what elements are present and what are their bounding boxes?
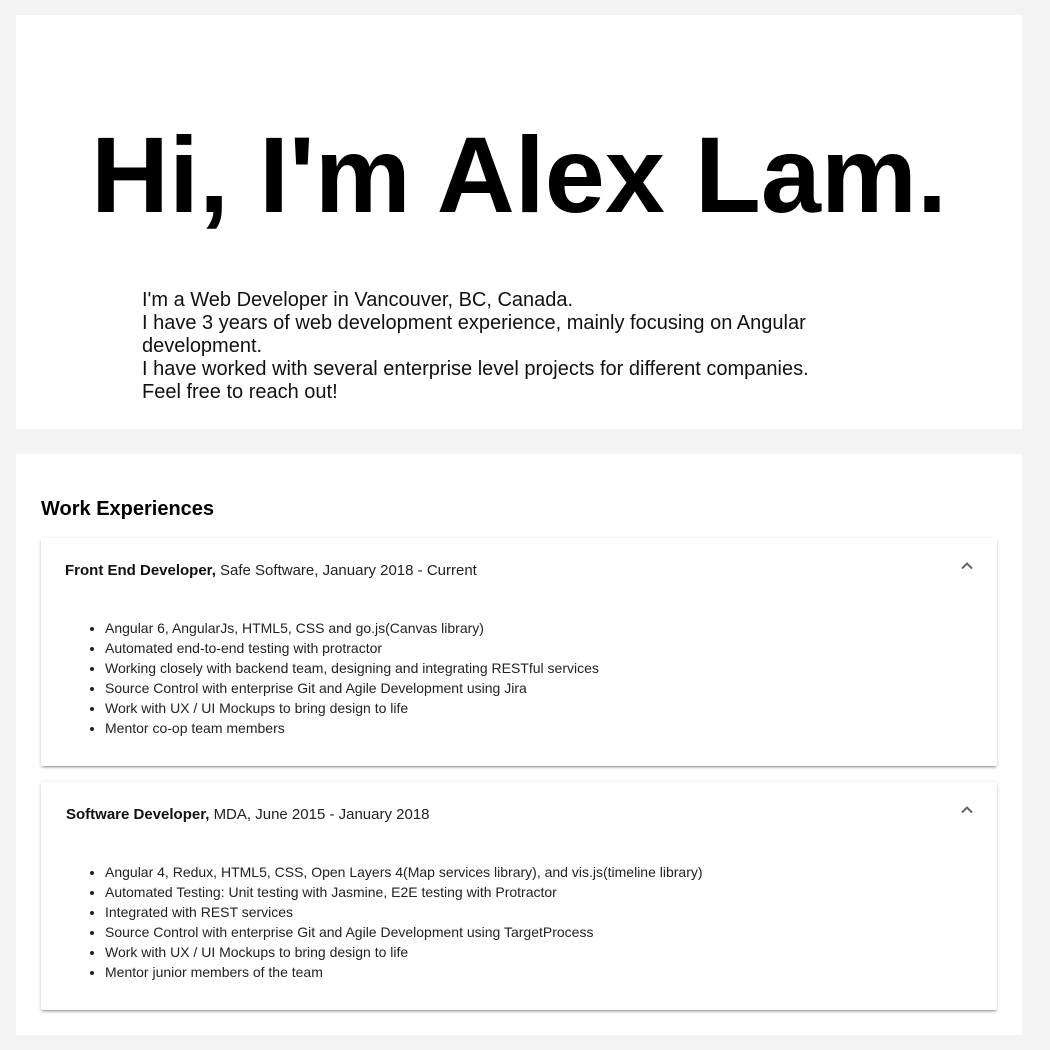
job-details: Safe Software, January 2018 - Current (220, 562, 477, 579)
job-panel: Front End Developer, Safe Software, Janu… (41, 538, 997, 766)
list-item: Work with UX / UI Mockups to bring desig… (105, 698, 599, 718)
job-title: Software Developer, (66, 806, 210, 823)
job-title: Front End Developer, (65, 562, 216, 579)
list-item: Mentor co-op team members (105, 718, 599, 738)
list-item: Angular 6, AngularJs, HTML5, CSS and go.… (105, 618, 599, 638)
hero-card: Hi, I'm Alex Lam. I'm a Web Developer in… (16, 15, 1022, 429)
list-item: Mentor junior members of the team (105, 962, 703, 982)
list-item: Working closely with backend team, desig… (105, 658, 599, 678)
job-duties: Angular 6, AngularJs, HTML5, CSS and go.… (105, 618, 599, 738)
list-item: Angular 4, Redux, HTML5, CSS, Open Layer… (105, 862, 703, 882)
job-panel-header[interactable]: Front End Developer, Safe Software, Janu… (65, 562, 477, 580)
list-item: Automated Testing: Unit testing with Jas… (105, 882, 703, 902)
work-card: Work Experiences Front End Developer, Sa… (16, 454, 1022, 1035)
intro-line: I'm a Web Developer in Vancouver, BC, Ca… (142, 289, 574, 311)
list-item: Automated end-to-end testing with protra… (105, 638, 599, 658)
job-details: MDA, June 2015 - January 2018 (213, 806, 430, 823)
hero-title: Hi, I'm Alex Lam. (91, 114, 947, 235)
list-item: Source Control with enterprise Git and A… (105, 922, 703, 942)
chevron-up-icon[interactable] (959, 558, 975, 574)
work-heading: Work Experiences (41, 498, 215, 520)
job-panel-header[interactable]: Software Developer, MDA, June 2015 - Jan… (66, 806, 430, 824)
intro-line: Feel free to reach out! (142, 381, 338, 403)
list-item: Work with UX / UI Mockups to bring desig… (105, 942, 703, 962)
chevron-up-icon[interactable] (959, 802, 975, 818)
intro-text: I'm a Web Developer in Vancouver, BC, Ca… (142, 289, 832, 404)
intro-line: I have 3 years of web development experi… (142, 312, 806, 357)
job-panel: Software Developer, MDA, June 2015 - Jan… (41, 782, 997, 1010)
list-item: Source Control with enterprise Git and A… (105, 678, 599, 698)
intro-line: I have worked with several enterprise le… (142, 358, 809, 380)
job-duties: Angular 4, Redux, HTML5, CSS, Open Layer… (105, 862, 703, 982)
list-item: Integrated with REST services (105, 902, 703, 922)
